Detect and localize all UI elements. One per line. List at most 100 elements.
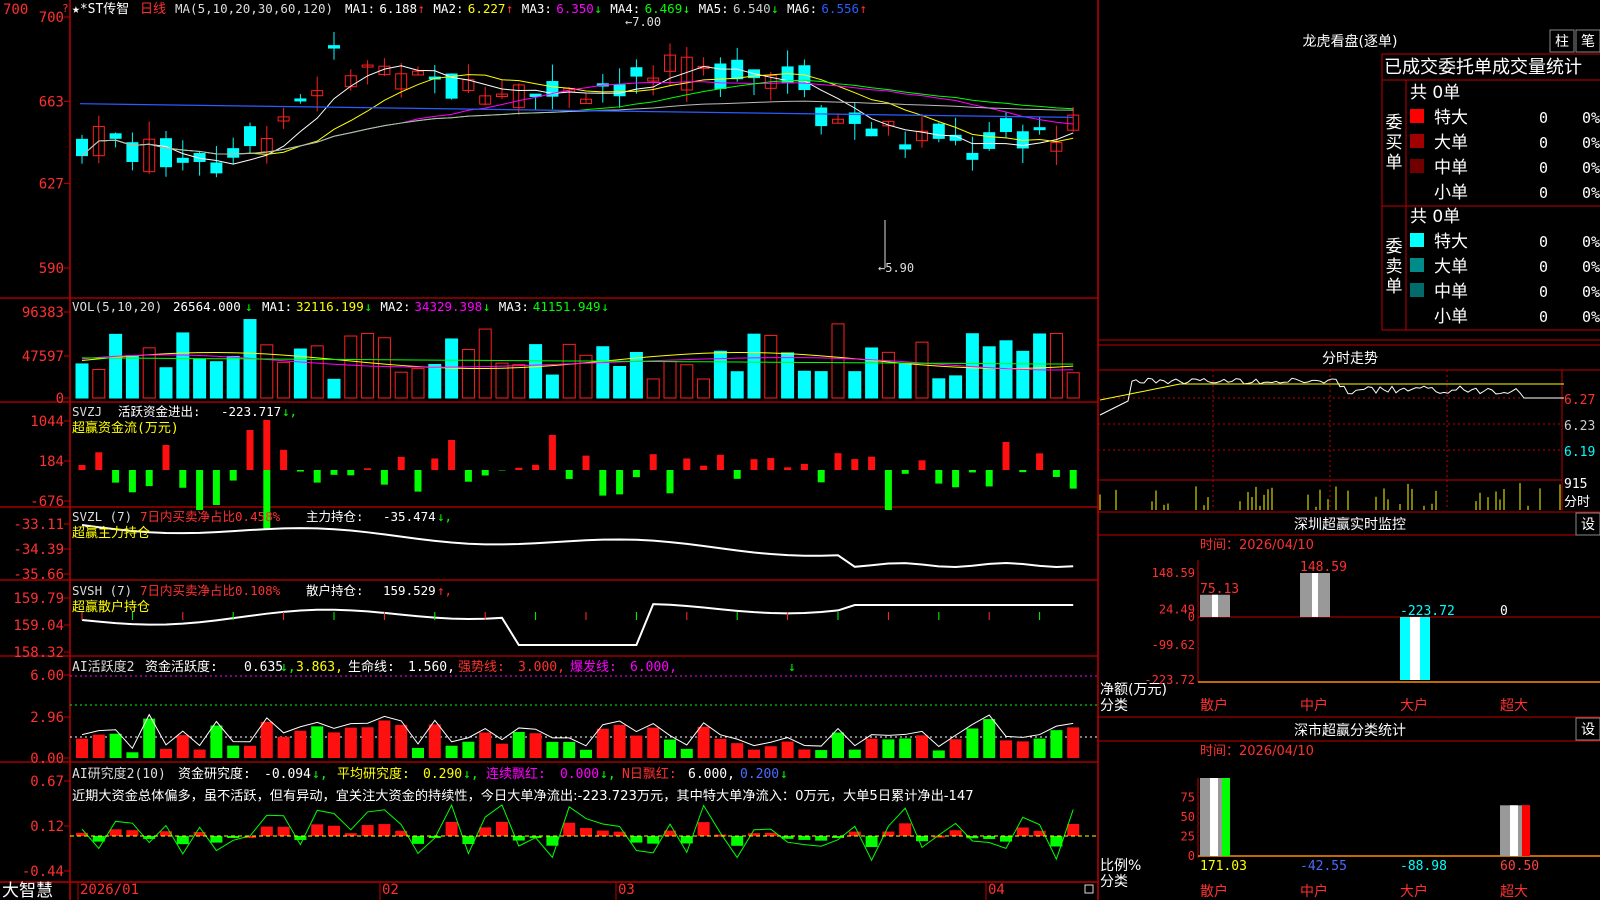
activity-bar [1033,738,1046,758]
header-text: 连续飘红: [486,766,546,782]
fund-flow-bar [918,460,926,470]
stats-tab[interactable]: 已成交委托单成交量统计 [1384,57,1582,78]
research-bar [328,825,340,836]
y-tick: 0 [56,391,64,407]
research-bar [647,836,660,844]
activity-bar [697,726,710,758]
buy-total: 共 0单 [1410,83,1460,103]
fund-flow-bar [632,470,640,478]
header-text: 6.350 [556,1,594,16]
monitor-category: 大户 [1400,697,1428,714]
header-text: 0.200 [740,767,779,782]
volume-bar [545,374,559,399]
main-holding-line [81,524,1074,568]
activity-bar [865,738,878,758]
research-comment: 近期大资金总体偏多，虽不活跃，但有异动，宜关注大资金的持续性，今日大单净流出:-… [72,787,974,804]
volume-bar [646,378,660,399]
volume-bar [159,367,173,399]
activity-bar [1050,730,1063,758]
settings-label: 设 [1581,517,1595,533]
monitor-category: 超大 [1500,698,1528,714]
volume-bar [1016,350,1030,399]
legend-swatch [1410,258,1424,272]
volume-bar [848,371,862,399]
bar-mode-label: 柱 [1555,34,1569,50]
candle-body [613,84,626,97]
side-label: 委 [1386,113,1403,133]
research-bar [731,836,744,846]
candle-body [244,126,256,147]
activity-bar [244,745,256,758]
research-bar [899,823,912,836]
header-text: ↓ [683,1,691,16]
stat-value: -42.55 [1300,859,1347,874]
header-text: 0.000 [560,767,599,782]
fund-flow-bar [280,449,288,470]
activity-bar [916,735,928,758]
order-type: 大单 [1434,133,1468,153]
y-tick: 158.32 [13,645,64,661]
research-bar [496,821,508,836]
fund-flow-bar [666,470,674,494]
stat-tick: 75 [1181,791,1195,805]
fund-flow-bar [1036,453,1044,470]
volume-bar [377,337,391,399]
high-label: ←7.00 [625,15,661,29]
header-text: ↓ [594,1,602,16]
header-text: ↓ [780,767,788,782]
fund-flow-bar [448,440,456,470]
fund-flow-bar [817,470,825,483]
header-text: 0.635 [244,660,283,675]
fund-flow-bar [733,470,741,479]
monitor-tick: 148.59 [1152,566,1195,580]
header-text: 41151.949 [533,299,601,314]
header-text: ↓, [463,767,479,782]
low-label: ←5.90 [878,261,914,275]
lhb-title: 龙虎看盘(逐单) [1303,33,1398,50]
y-tick: 96383 [22,305,64,321]
stat-bar-accent [1222,778,1230,856]
y-tick: 159.04 [13,618,64,634]
activity-bar [546,741,559,758]
header-text: ↓, [312,767,328,782]
candle-body [899,144,912,150]
research-bar [596,830,609,836]
header-text: ↓, [600,767,616,782]
fund-flow-bar [414,470,422,492]
fund-flow-bar [901,470,909,474]
activity-bar [748,749,760,758]
y-tick: 0.12 [30,819,64,835]
header-text: ↑ [859,1,867,16]
monitor-unit: 净额(万元) [1100,682,1167,698]
research-bar [378,824,391,836]
header-text: -0.094 [264,767,311,782]
lock-icon[interactable] [1084,884,1094,894]
research-bar [479,827,492,836]
header-text: MA5: [699,1,729,16]
fund-flow-bar [1069,470,1077,489]
fund-flow-bar [380,470,388,485]
ma-line [81,73,1074,156]
fund-flow-bar [296,470,304,472]
candle-body [294,98,307,102]
fund-flow-bar [868,456,876,470]
activity-bar [815,750,828,758]
stat-time: 时间：2026/04/10 [1200,744,1314,759]
activity-bar [294,730,307,758]
legend-swatch [1410,308,1424,322]
order-pct: 0% [1582,308,1600,326]
candle-body [109,133,122,139]
stat-tick: 50 [1181,810,1195,824]
candle-body [1033,127,1046,131]
header-text: 6.469 [645,1,683,16]
activity-bar [126,752,139,758]
activity-bar [630,735,643,758]
header-text: 34329.398 [414,299,482,314]
header-text: ★*ST传智 [72,2,129,17]
fund-flow-bar [968,470,976,473]
header-text: 1.560, [408,660,455,675]
candle-body [160,138,172,168]
header-text: MA3: [522,1,552,16]
activity-bar [798,749,811,758]
y-tick: -34.39 [13,542,64,558]
